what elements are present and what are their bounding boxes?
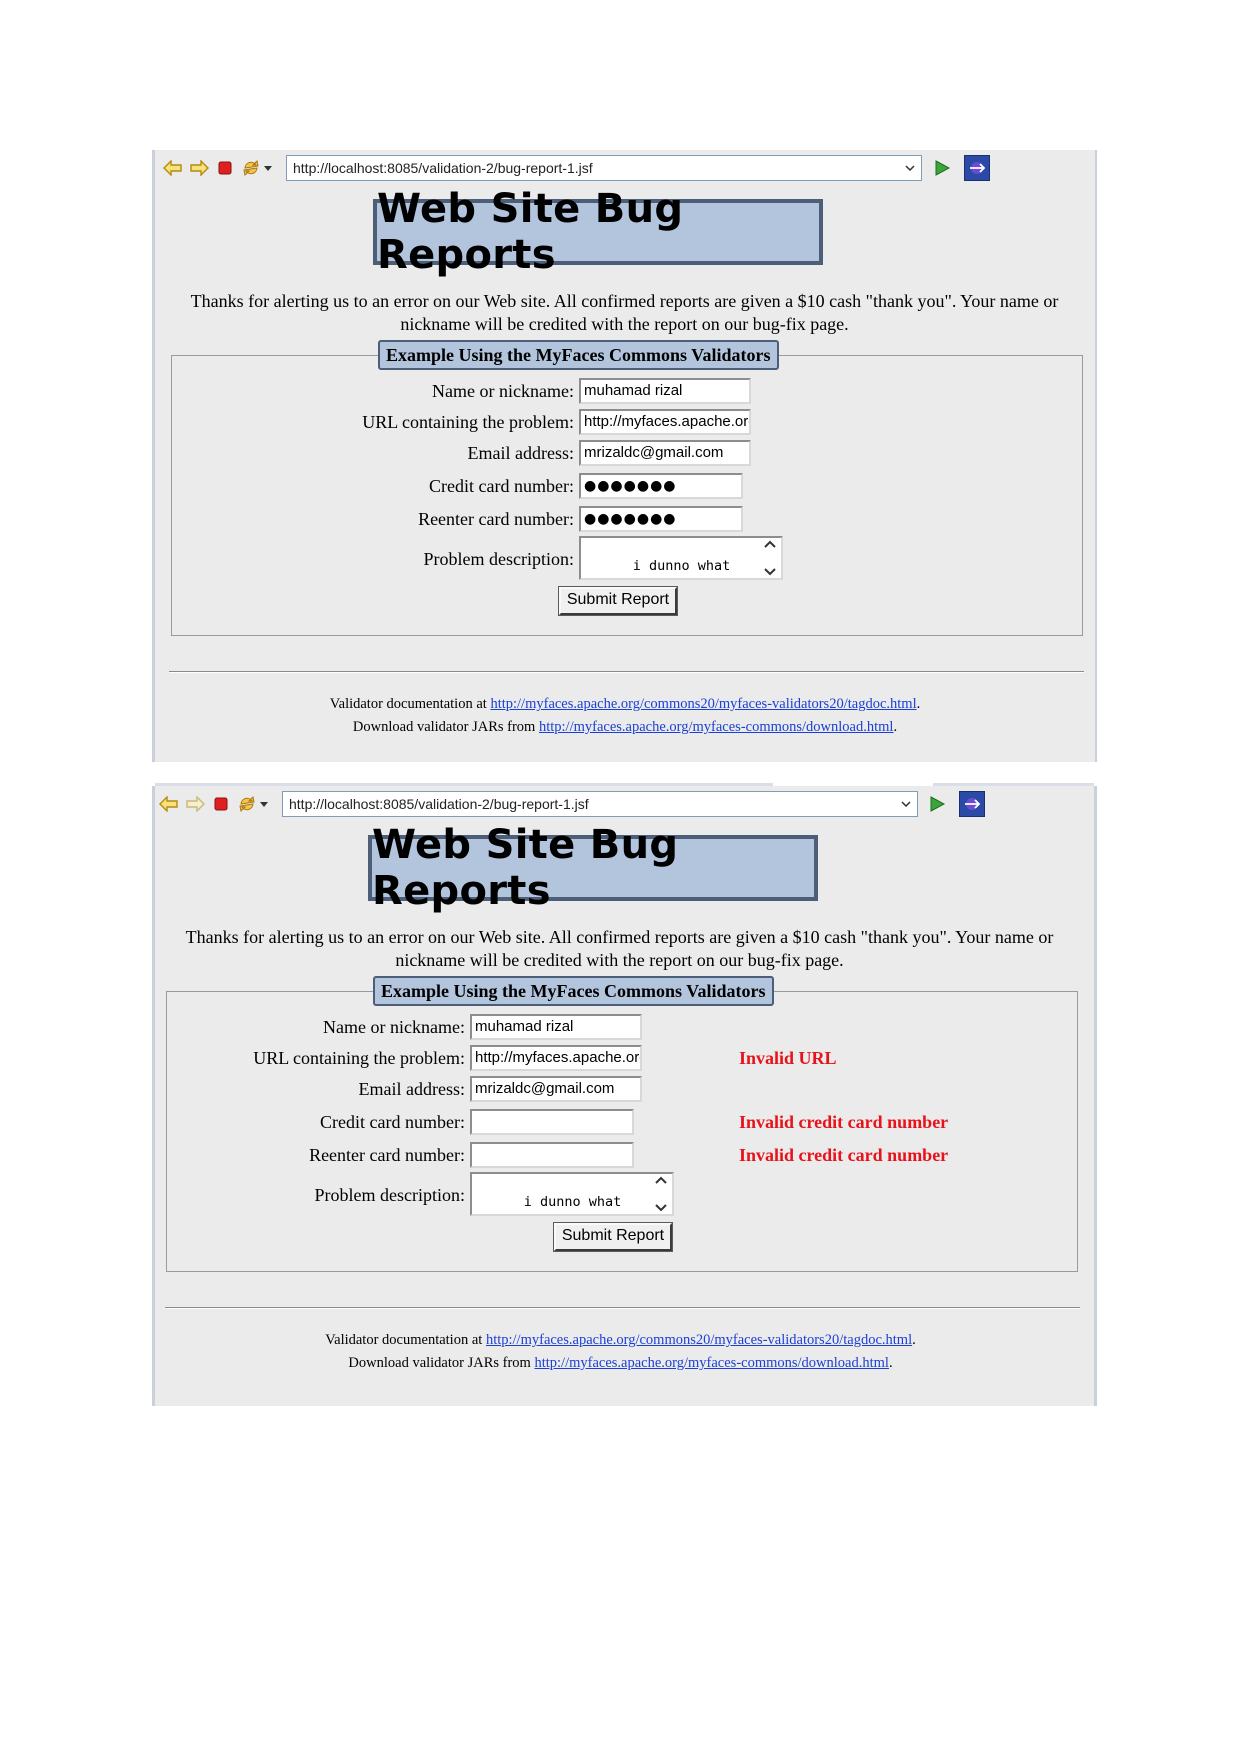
name-label: Name or nickname: — [432, 381, 574, 401]
page-title: Web Site Bug Reports — [368, 822, 818, 914]
name-row: Name or nickname: muhamad rizal — [172, 378, 1082, 404]
dropdown-arrow-icon[interactable] — [257, 793, 271, 815]
scroll-down-icon[interactable] — [654, 1203, 668, 1213]
url-field[interactable]: http://myfaces.apache.org — [470, 1045, 642, 1071]
description-label: Problem description: — [314, 1185, 465, 1205]
credit-card-row: Credit card number: ●●●●●●● — [172, 473, 1082, 499]
address-bar[interactable]: http://localhost:8085/validation-2/bug-r… — [286, 155, 922, 181]
name-row: Name or nickname: muhamad rizal — [167, 1014, 1077, 1040]
validator-docs-line: Validator documentation at http://myface… — [151, 1330, 1090, 1350]
credit-card-label: Credit card number: — [320, 1112, 465, 1132]
reenter-card-row: Reenter card number: ●●●●●●● — [172, 506, 1082, 532]
go-icon[interactable] — [931, 157, 953, 179]
url-label: URL containing the problem: — [253, 1048, 465, 1068]
form-fieldset: Example Using the MyFaces Commons Valida… — [171, 340, 1083, 636]
browser-screenshot-valid: http://localhost:8085/validation-2/bug-r… — [152, 150, 1097, 762]
stop-icon[interactable] — [210, 793, 232, 815]
reenter-card-label: Reenter card number: — [309, 1145, 465, 1165]
refresh-icon[interactable] — [240, 157, 262, 179]
email-field[interactable]: mrizaldc@gmail.com — [579, 440, 751, 466]
download-jars-line: Download validator JARs from http://myfa… — [151, 1353, 1090, 1373]
validator-docs-suffix: . — [916, 696, 921, 712]
page-title: Web Site Bug Reports — [373, 186, 823, 278]
intro-text: Thanks for alerting us to an error on ou… — [185, 927, 1054, 970]
forward-arrow-icon[interactable] — [188, 157, 210, 179]
external-browser-icon[interactable] — [964, 155, 990, 181]
credit-card-field[interactable]: ●●●●●●● — [579, 473, 743, 499]
email-label: Email address: — [467, 443, 574, 463]
submit-report-button[interactable]: Submit Report — [558, 586, 678, 616]
description-text: i dunno what is the problen — [475, 1194, 622, 1214]
chevron-down-icon[interactable] — [903, 156, 917, 180]
browser-toolbar: http://localhost:8085/validation-2/bug-r… — [155, 786, 1094, 822]
description-text: i dunno what is the problen — [584, 558, 731, 578]
email-label: Email address: — [358, 1079, 465, 1099]
url-row: URL containing the problem: http://myfac… — [172, 409, 1082, 435]
description-textarea[interactable]: i dunno what is the problen — [470, 1172, 674, 1216]
form-fieldset: Example Using the MyFaces Commons Valida… — [166, 976, 1078, 1272]
reenter-card-field[interactable]: ●●●●●●● — [579, 506, 743, 532]
description-label: Problem description: — [423, 549, 574, 569]
address-bar[interactable]: http://localhost:8085/validation-2/bug-r… — [282, 791, 918, 817]
name-field[interactable]: muhamad rizal — [470, 1014, 642, 1040]
stop-icon[interactable] — [214, 157, 236, 179]
address-bar-url: http://localhost:8085/validation-2/bug-r… — [289, 796, 589, 812]
scroll-up-icon[interactable] — [763, 539, 777, 549]
textarea-scrollbar[interactable] — [761, 539, 779, 577]
url-label: URL containing the problem: — [362, 412, 574, 432]
divider — [169, 671, 1084, 673]
validator-docs-line: Validator documentation at http://myface… — [155, 694, 1095, 714]
validator-docs-link[interactable]: http://myfaces.apache.org/commons20/myfa… — [490, 696, 916, 712]
textarea-scrollbar[interactable] — [652, 1175, 670, 1213]
back-arrow-icon[interactable] — [158, 793, 180, 815]
credit-card-field[interactable] — [470, 1109, 634, 1135]
name-field[interactable]: muhamad rizal — [579, 378, 751, 404]
go-icon[interactable] — [926, 793, 948, 815]
download-jars-link[interactable]: http://myfaces.apache.org/myfaces-common… — [534, 1355, 889, 1371]
reenter-card-row: Reenter card number: Invalid credit card… — [167, 1142, 1077, 1168]
url-error-message: Invalid URL — [739, 1048, 837, 1068]
fieldset-legend: Example Using the MyFaces Commons Valida… — [378, 340, 779, 370]
forward-arrow-icon[interactable] — [184, 793, 206, 815]
download-jars-line: Download validator JARs from http://myfa… — [155, 717, 1095, 737]
browser-screenshot-errors: http://localhost:8085/validation-2/bug-r… — [151, 783, 1097, 1406]
back-arrow-icon[interactable] — [162, 157, 184, 179]
validator-docs-prefix: Validator documentation at — [329, 696, 491, 712]
download-jars-prefix: Download validator JARs from — [348, 1355, 535, 1371]
email-field[interactable]: mrizaldc@gmail.com — [470, 1076, 642, 1102]
intro-text: Thanks for alerting us to an error on ou… — [190, 291, 1059, 334]
download-jars-suffix: . — [893, 719, 898, 735]
name-label: Name or nickname: — [323, 1017, 465, 1037]
download-jars-prefix: Download validator JARs from — [352, 719, 539, 735]
download-jars-suffix: . — [888, 1355, 893, 1371]
url-field[interactable]: http://myfaces.apache.org — [579, 409, 751, 435]
validator-docs-suffix: . — [912, 1332, 916, 1348]
email-row: Email address: mrizaldc@gmail.com — [172, 440, 1082, 466]
fieldset-legend: Example Using the MyFaces Commons Valida… — [373, 976, 774, 1006]
validator-docs-link[interactable]: http://myfaces.apache.org/commons20/myfa… — [486, 1332, 912, 1348]
scroll-down-icon[interactable] — [763, 567, 777, 577]
credit-card-label: Credit card number: — [429, 476, 574, 496]
divider — [165, 1307, 1080, 1309]
browser-toolbar: http://localhost:8085/validation-2/bug-r… — [155, 150, 1095, 186]
description-textarea[interactable]: i dunno what is the problen — [579, 536, 783, 580]
validator-docs-prefix: Validator documentation at — [325, 1332, 486, 1348]
submit-report-button[interactable]: Submit Report — [553, 1222, 673, 1252]
reenter-card-field[interactable] — [470, 1142, 634, 1168]
credit-card-error-message: Invalid credit card number — [739, 1112, 949, 1132]
reenter-card-error-message: Invalid credit card number — [739, 1145, 949, 1165]
email-row: Email address: mrizaldc@gmail.com — [167, 1076, 1077, 1102]
scroll-up-icon[interactable] — [654, 1175, 668, 1185]
download-jars-link[interactable]: http://myfaces.apache.org/myfaces-common… — [539, 719, 894, 735]
dropdown-arrow-icon[interactable] — [261, 157, 275, 179]
refresh-icon[interactable] — [236, 793, 258, 815]
reenter-card-label: Reenter card number: — [418, 509, 574, 529]
credit-card-row: Credit card number: Invalid credit card … — [167, 1109, 1077, 1135]
address-bar-url: http://localhost:8085/validation-2/bug-r… — [293, 160, 593, 176]
external-browser-icon[interactable] — [959, 791, 985, 817]
chevron-down-icon[interactable] — [899, 792, 913, 816]
url-row: URL containing the problem: http://myfac… — [167, 1045, 1077, 1071]
